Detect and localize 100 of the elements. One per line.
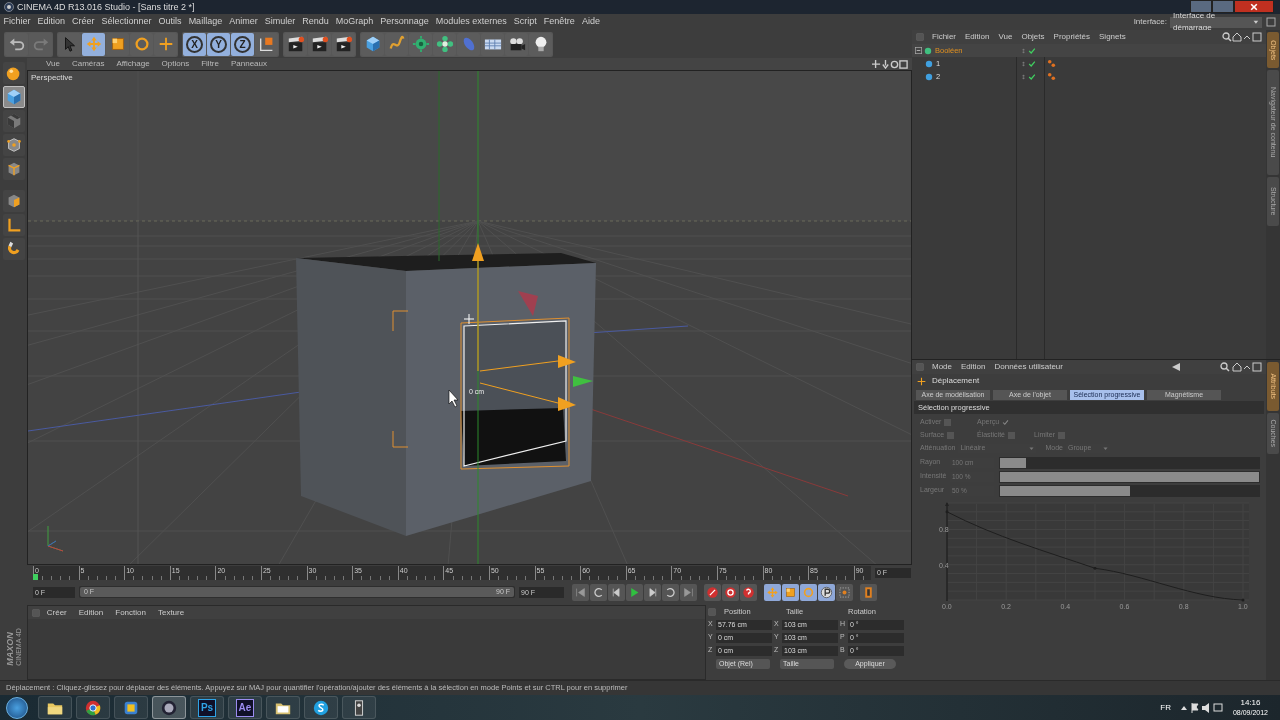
playback-button[interactable] xyxy=(590,583,607,601)
material-menu-item[interactable]: Edition xyxy=(73,606,109,619)
material-menu-item[interactable]: Créer xyxy=(41,606,72,619)
minimize-button[interactable] xyxy=(1190,0,1212,13)
menu-item[interactable]: MoGraph xyxy=(332,15,377,29)
viewport-menu-item[interactable]: Caméras xyxy=(66,58,110,70)
playback-button[interactable] xyxy=(680,583,697,601)
playback-button[interactable] xyxy=(800,583,817,601)
cube-mode-button[interactable] xyxy=(2,86,25,108)
object-menu-item[interactable]: Propriétés xyxy=(1049,31,1094,43)
viewport-menu-item[interactable]: Filtre xyxy=(196,58,224,70)
menu-item[interactable]: Maillage xyxy=(185,15,226,29)
taskbar-app[interactable] xyxy=(38,696,72,719)
menu-item[interactable]: Simuler xyxy=(261,15,299,29)
clapper-tool-button[interactable] xyxy=(284,32,307,56)
select-tool-button[interactable] xyxy=(58,32,81,56)
checker-mode-button[interactable] xyxy=(2,110,25,132)
playback-button[interactable] xyxy=(704,583,721,601)
start-button[interactable] xyxy=(6,696,28,719)
floor-tool-button[interactable] xyxy=(481,32,504,56)
close-button[interactable] xyxy=(1234,0,1274,13)
record-icon xyxy=(724,585,737,599)
help-icon xyxy=(742,585,755,599)
scale-tool-button[interactable] xyxy=(106,32,129,56)
material-menu-item[interactable]: Texture xyxy=(152,606,190,619)
check-icon xyxy=(1002,418,1010,426)
playback-button[interactable] xyxy=(764,583,781,601)
menu-item[interactable]: Personnage xyxy=(376,15,433,29)
viewport-menu-item[interactable]: Affichage xyxy=(111,58,155,70)
menu-item[interactable]: Rendu xyxy=(298,15,333,29)
playback-button[interactable] xyxy=(740,583,757,601)
viewport-menu-item[interactable]: Panneaux xyxy=(225,58,272,70)
object-menu-item[interactable]: Fichier xyxy=(928,31,960,43)
viewport-menu-item[interactable]: Vue xyxy=(41,58,65,70)
axis-tool-button[interactable]: Z xyxy=(231,32,254,56)
plus-icon xyxy=(916,375,927,387)
polygons-mode-button[interactable] xyxy=(2,190,25,212)
object-menu-item[interactable]: Signets xyxy=(1095,31,1130,43)
camera-tool-button[interactable] xyxy=(505,32,528,56)
menu-item[interactable]: Modules externes xyxy=(432,15,511,29)
material-menu-item[interactable]: Fonction xyxy=(110,606,151,619)
object-menu-item[interactable]: Objets xyxy=(1017,31,1049,43)
edges-mode-button[interactable] xyxy=(2,158,25,180)
playback-button[interactable] xyxy=(644,583,661,601)
spline-tool-button[interactable] xyxy=(385,32,408,56)
cube-tool-button[interactable] xyxy=(361,32,384,56)
p-circle-icon xyxy=(820,585,833,599)
clock-time[interactable]: 14:16 xyxy=(1240,697,1261,708)
taskbar-app[interactable]: Ps xyxy=(190,696,224,719)
magnet-mode-button[interactable] xyxy=(2,238,25,260)
panel-tools-icon xyxy=(1222,32,1262,42)
taskbar-app[interactable]: Ae xyxy=(228,696,262,719)
viewport-menu-item[interactable]: Options xyxy=(156,58,195,70)
axis-tool-button[interactable]: Y xyxy=(207,32,230,56)
bulb-tool-button[interactable] xyxy=(529,32,552,56)
taskbar-app[interactable] xyxy=(152,696,186,719)
maximize-button[interactable] xyxy=(1212,0,1234,13)
playback-button[interactable] xyxy=(626,583,643,601)
step-back-icon xyxy=(610,585,623,599)
flower-tool-button[interactable] xyxy=(433,32,456,56)
sphere-mode-button[interactable] xyxy=(2,62,25,84)
taskbar-app[interactable] xyxy=(304,696,338,719)
menu-item[interactable]: Edition xyxy=(34,15,69,29)
taskbar-app[interactable] xyxy=(76,696,110,719)
taskbar-app[interactable] xyxy=(114,696,148,719)
gear-tool-button[interactable] xyxy=(409,32,432,56)
menu-item[interactable]: Fichier xyxy=(0,15,34,29)
menu-item[interactable]: Animer xyxy=(225,15,262,29)
menu-item[interactable]: Sélectionner xyxy=(98,15,156,29)
playback-button[interactable] xyxy=(860,583,877,601)
menu-item[interactable]: Créer xyxy=(68,15,99,29)
object-menu-item[interactable]: Edition xyxy=(961,31,994,43)
move-tool-button[interactable] xyxy=(82,32,105,56)
playback-button[interactable] xyxy=(782,583,799,601)
points-mode-button[interactable] xyxy=(2,134,25,156)
rotate-tool-button[interactable] xyxy=(130,32,153,56)
taskbar-app[interactable] xyxy=(342,696,376,719)
axis-tool-button[interactable]: X xyxy=(183,32,206,56)
step-forward-icon xyxy=(646,585,659,599)
object-menu-item[interactable]: Vue xyxy=(994,31,1017,43)
playback-button[interactable] xyxy=(836,583,853,601)
corner-mode-button[interactable] xyxy=(2,214,25,236)
menu-item[interactable]: Outils xyxy=(155,15,186,29)
chrome-icon xyxy=(84,698,102,717)
clapper-tool-button[interactable] xyxy=(332,32,355,56)
playback-button[interactable] xyxy=(662,583,679,601)
menu-item[interactable]: Aide xyxy=(578,15,604,29)
undo-tool-button[interactable] xyxy=(5,32,28,56)
language-indicator[interactable]: FR xyxy=(1160,701,1171,714)
playback-button[interactable] xyxy=(722,583,739,601)
clapper-tool-button[interactable] xyxy=(308,32,331,56)
coords-tool-button[interactable] xyxy=(255,32,278,56)
dropdown-arrow-icon xyxy=(1253,19,1259,25)
menu-item[interactable]: Script xyxy=(510,15,541,29)
playback-button[interactable] xyxy=(572,583,589,601)
menu-item[interactable]: Fenêtre xyxy=(540,15,579,29)
taskbar-app[interactable] xyxy=(266,696,300,719)
playback-button[interactable] xyxy=(608,583,625,601)
playback-button[interactable] xyxy=(818,583,835,601)
add-tool-button[interactable] xyxy=(154,32,177,56)
